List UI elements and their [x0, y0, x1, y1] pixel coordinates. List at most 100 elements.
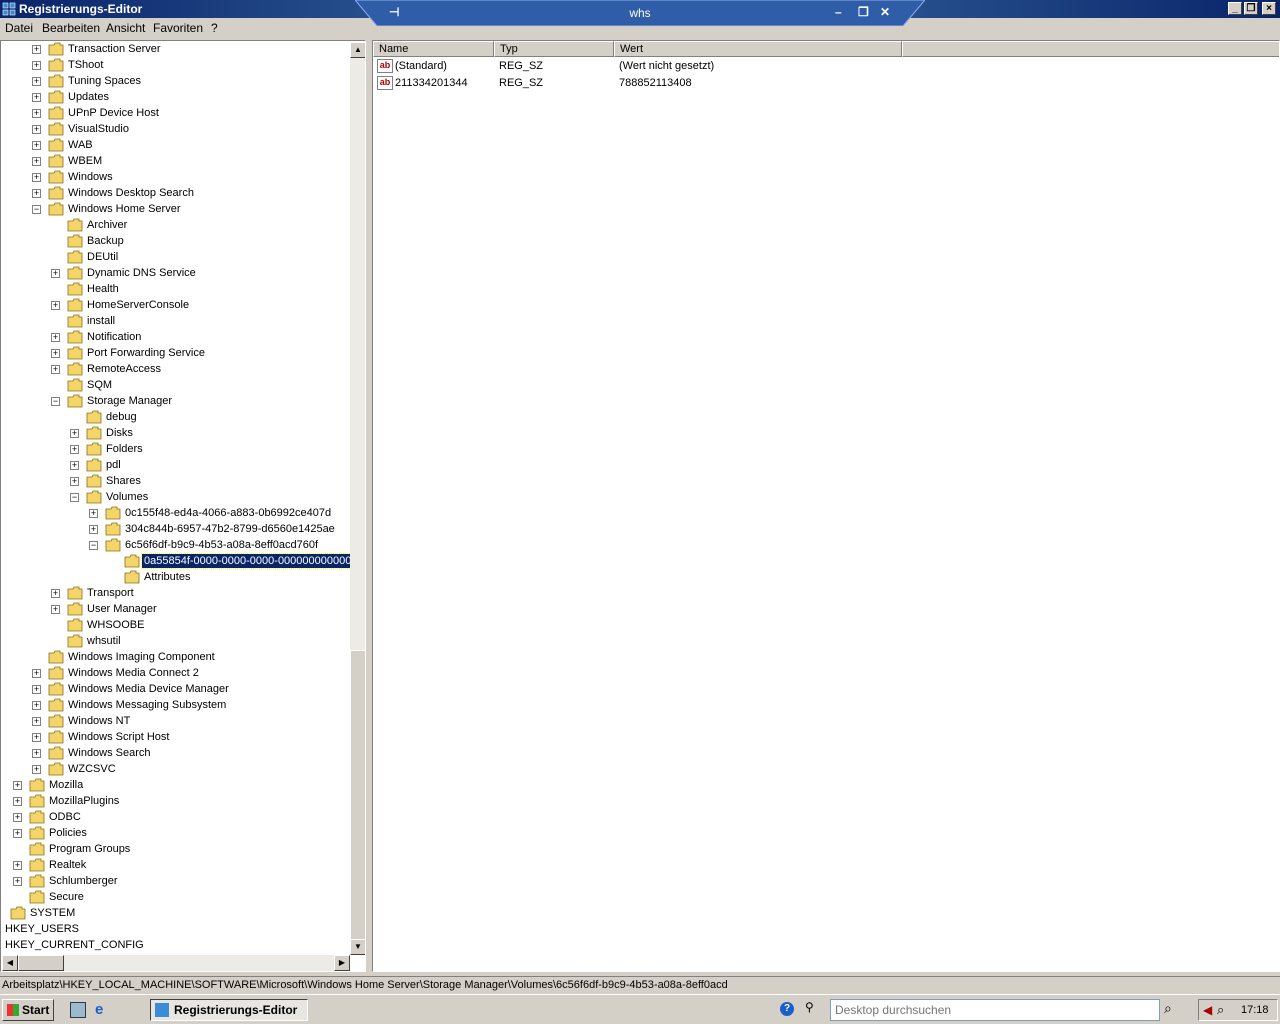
- expand-icon[interactable]: +: [32, 45, 41, 54]
- network-search-icon[interactable]: ⌕: [1217, 1002, 1224, 1018]
- taskbar: Start e Registrierungs-Editor ? ⚲ ⌕ ◀ ⌕ …: [0, 994, 1280, 1024]
- remote-close-icon[interactable]: ✕: [880, 5, 890, 19]
- folder-icon: [67, 250, 83, 264]
- expand-icon[interactable]: +: [32, 765, 41, 774]
- expand-icon[interactable]: +: [32, 717, 41, 726]
- scroll-right-button[interactable]: ▶: [334, 955, 350, 971]
- collapse-icon[interactable]: −: [32, 205, 41, 214]
- collapse-icon[interactable]: −: [51, 397, 60, 406]
- value-row[interactable]: ab (Standard) REG_SZ (Wert nicht gesetzt…: [377, 58, 1077, 75]
- expand-icon[interactable]: +: [32, 157, 41, 166]
- expand-icon[interactable]: +: [51, 605, 60, 614]
- folder-icon: [48, 650, 64, 664]
- tree-vertical-scrollbar[interactable]: ▲ ▼: [350, 42, 365, 955]
- remote-minimize-icon[interactable]: –: [835, 5, 842, 19]
- expand-icon[interactable]: +: [32, 669, 41, 678]
- quicklaunch-ie-icon[interactable]: e: [95, 1001, 103, 1018]
- collapse-icon[interactable]: −: [70, 493, 79, 502]
- close-button[interactable]: ×: [1262, 2, 1276, 15]
- column-header-type[interactable]: Typ: [494, 41, 614, 57]
- expand-icon[interactable]: +: [32, 109, 41, 118]
- hscroll-thumb[interactable]: [18, 955, 64, 971]
- expand-icon[interactable]: +: [51, 301, 60, 310]
- scroll-thumb[interactable]: [350, 650, 365, 940]
- column-header-name[interactable]: Name: [373, 41, 494, 57]
- tree-node-label: whsutil: [87, 635, 121, 647]
- minimize-button[interactable]: _: [1228, 2, 1242, 15]
- menu-bearbeiten[interactable]: Bearbeiten: [42, 21, 100, 35]
- scroll-up-button[interactable]: ▲: [350, 42, 365, 58]
- registry-tree[interactable]: + Transaction Server + TShoot + Tuning Spaces…: [0, 40, 366, 972]
- expand-icon[interactable]: +: [89, 509, 98, 518]
- expand-icon[interactable]: +: [51, 269, 60, 278]
- system-tray: ◀ ⌕ 17:18: [1198, 999, 1278, 1021]
- help-icon[interactable]: ?: [780, 1002, 794, 1016]
- tree-horizontal-scrollbar[interactable]: ◀ ▶: [2, 955, 350, 971]
- volume-icon[interactable]: ◀: [1203, 1003, 1212, 1017]
- expand-icon[interactable]: +: [32, 77, 41, 86]
- desktop-search-input[interactable]: [831, 1000, 1159, 1020]
- expand-icon[interactable]: +: [32, 685, 41, 694]
- tree-node-label: Windows Media Connect 2: [68, 667, 199, 679]
- expand-icon[interactable]: +: [51, 365, 60, 374]
- expand-icon[interactable]: +: [70, 461, 79, 470]
- tree-node-label: install: [87, 315, 116, 327]
- expand-icon[interactable]: +: [51, 333, 60, 342]
- value-data: (Wert nicht gesetzt): [619, 60, 715, 72]
- expand-icon[interactable]: +: [32, 141, 41, 150]
- folder-icon: [48, 746, 64, 760]
- desktop-search-box[interactable]: [830, 999, 1160, 1021]
- search-icon[interactable]: ⌕: [1164, 1000, 1172, 1017]
- minimize-icon: _: [1232, 3, 1238, 14]
- expand-icon[interactable]: +: [51, 589, 60, 598]
- value-list[interactable]: Name Typ Wert ab (Standard) REG_SZ (Wert…: [372, 40, 1280, 972]
- tree-node-label: ODBC: [49, 811, 81, 823]
- tree-node-label: Volumes: [106, 491, 149, 503]
- expand-icon[interactable]: +: [13, 797, 22, 806]
- tree-node-label: Policies: [49, 827, 87, 839]
- scroll-down-button[interactable]: ▼: [350, 939, 365, 955]
- remote-restore-icon[interactable]: ❐: [858, 5, 869, 19]
- expand-icon[interactable]: +: [70, 429, 79, 438]
- column-header-value[interactable]: Wert: [614, 41, 902, 57]
- expand-icon[interactable]: +: [32, 733, 41, 742]
- quicklaunch-desktop-icon[interactable]: [70, 1002, 86, 1018]
- expand-icon[interactable]: +: [32, 61, 41, 70]
- collapse-icon[interactable]: −: [89, 541, 98, 550]
- expand-icon[interactable]: +: [13, 813, 22, 822]
- expand-icon[interactable]: +: [13, 877, 22, 886]
- folder-icon: [48, 666, 64, 680]
- expand-icon[interactable]: +: [13, 781, 22, 790]
- menu-ansicht[interactable]: Ansicht: [106, 21, 145, 35]
- expand-icon[interactable]: +: [70, 445, 79, 454]
- start-button[interactable]: Start: [2, 999, 54, 1021]
- menu-help[interactable]: ?: [211, 21, 218, 35]
- expand-icon[interactable]: +: [32, 701, 41, 710]
- expand-icon[interactable]: +: [51, 349, 60, 358]
- expand-icon[interactable]: +: [13, 829, 22, 838]
- expand-icon[interactable]: +: [32, 749, 41, 758]
- folder-icon: [124, 570, 140, 584]
- expand-icon[interactable]: +: [70, 477, 79, 486]
- menu-favoriten[interactable]: Favoriten: [153, 21, 203, 35]
- expand-icon[interactable]: +: [32, 125, 41, 134]
- folder-icon: [48, 698, 64, 712]
- expand-icon[interactable]: +: [89, 525, 98, 534]
- taskbar-app-registry-editor[interactable]: Registrierungs-Editor: [150, 999, 308, 1021]
- expand-icon[interactable]: +: [32, 93, 41, 102]
- folder-icon: [67, 634, 83, 648]
- expand-icon[interactable]: +: [32, 189, 41, 198]
- tree-node-label: Transport: [87, 587, 134, 599]
- menu-datei[interactable]: Datei: [5, 21, 33, 35]
- restore-button[interactable]: ❐: [1244, 2, 1258, 15]
- folder-icon: [86, 474, 102, 488]
- folder-icon: [124, 554, 140, 568]
- value-row[interactable]: ab 211334201344 REG_SZ 788852113408: [377, 75, 1077, 92]
- tree-node-label: Dynamic DNS Service: [87, 267, 196, 279]
- tree-node-label: MozillaPlugins: [49, 795, 120, 807]
- deskbar-options-icon[interactable]: ⚲: [805, 1000, 814, 1014]
- scroll-left-button[interactable]: ◀: [2, 955, 18, 971]
- expand-icon[interactable]: +: [32, 173, 41, 182]
- expand-icon[interactable]: +: [13, 861, 22, 870]
- folder-icon: [48, 682, 64, 696]
